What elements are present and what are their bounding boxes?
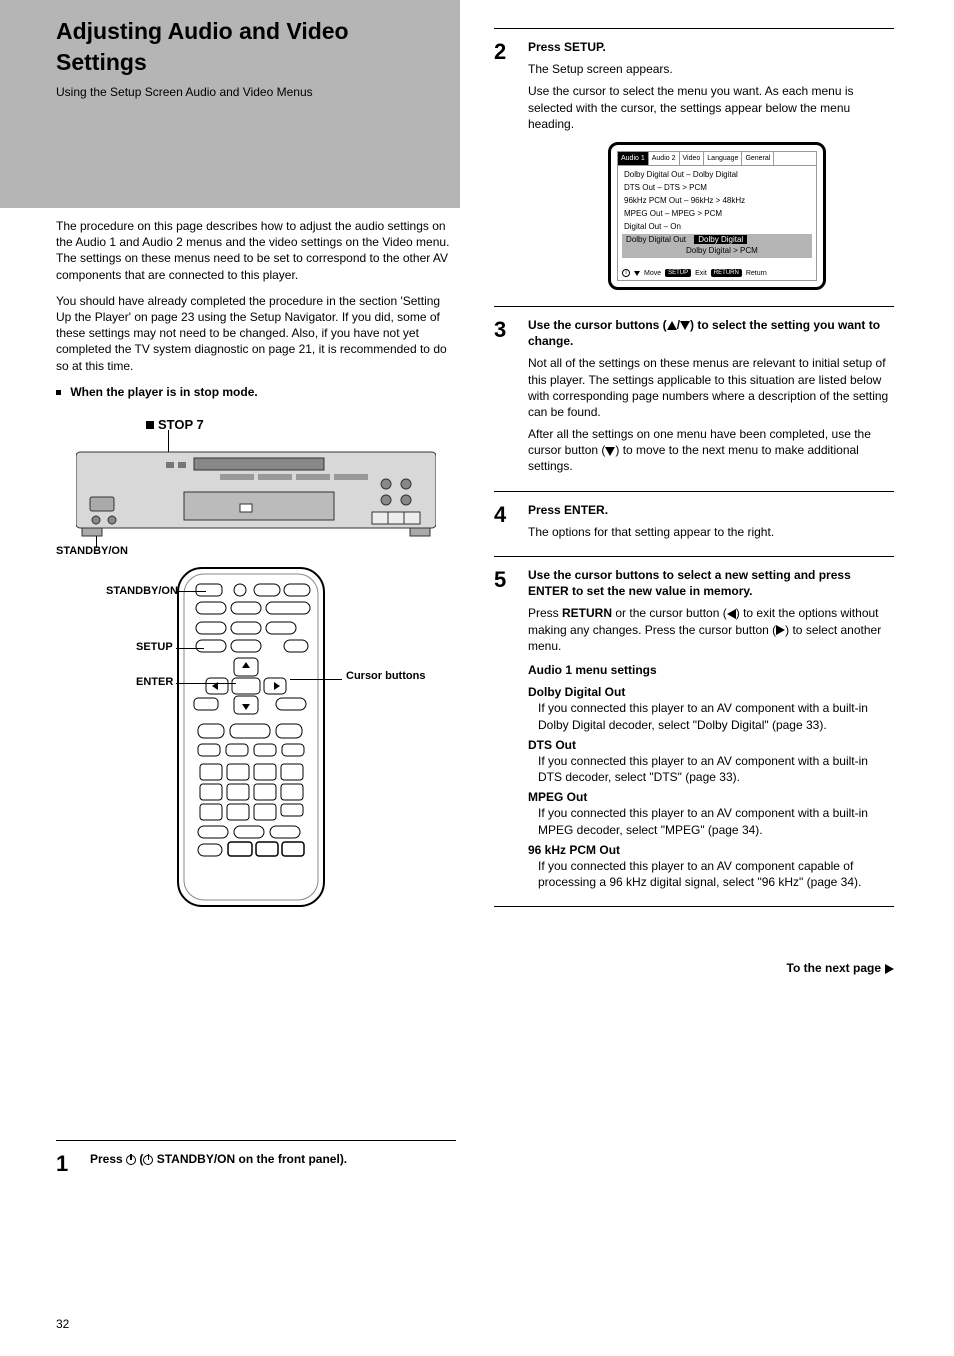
right-column: 2 Press SETUP. The Setup screen appears.…	[494, 28, 894, 907]
remote-illustration	[176, 566, 326, 916]
step-4: 4 Press ENTER. The options for that sett…	[494, 491, 894, 540]
to-next-page: To the next page	[494, 960, 894, 976]
remote-cursor-label: Cursor buttons	[346, 671, 446, 682]
step-4-lead: Press ENTER.	[528, 503, 608, 517]
page-title: Adjusting Audio and Video Settings	[56, 16, 440, 78]
setting-item: Dolby Digital Out If you connected this …	[528, 684, 894, 733]
osd-footer: i Move SETUP Exit RETURN Return	[622, 269, 812, 278]
osd-tabs: Audio 1 Audio 2 Video Language General	[618, 152, 816, 166]
when-stopped-note: When the player is in stop mode.	[56, 384, 456, 400]
page-number: 32	[56, 1316, 69, 1332]
right-icon	[776, 625, 785, 635]
remote-setup-label: SETUP	[136, 642, 173, 653]
step-4-text: The options for that setting appear to t…	[528, 524, 894, 540]
setting-item: 96 kHz PCM Out If you connected this pla…	[528, 842, 894, 891]
step-number: 4	[494, 500, 506, 530]
osd-tab: Audio 2	[649, 152, 680, 165]
step-2-text: The Setup screen appears.	[528, 61, 894, 77]
osd-row: DTS Out – DTS > PCM	[624, 183, 810, 194]
setting-item: MPEG Out If you connected this player to…	[528, 789, 894, 838]
bullet-icon	[56, 390, 61, 395]
osd-row: Dolby Digital Out – Dolby Digital	[624, 170, 738, 179]
step-5-lead: Use the cursor buttons to select a new s…	[528, 568, 851, 598]
intro-paragraph-2: You should have already completed the pr…	[56, 293, 456, 374]
page-subtitle: Using the Setup Screen Audio and Video M…	[56, 84, 440, 100]
step-2-note: Use the cursor to select the menu you wa…	[528, 83, 894, 132]
rule	[494, 906, 894, 907]
audio1-title: Audio 1 menu settings	[528, 663, 657, 677]
down-icon	[680, 321, 690, 330]
osd-row: MPEG Out – MPEG > PCM	[624, 209, 810, 220]
step-1-text: Press ( STANDBY/ON on the front panel).	[90, 1152, 347, 1166]
step-1: 1 Press ( STANDBY/ON on the front panel)…	[56, 1140, 456, 1167]
right-arrow-icon	[885, 964, 894, 974]
step-number: 2	[494, 37, 506, 67]
standby-on-label: STANDBY/ON	[56, 546, 124, 557]
osd-screen: Audio 1 Audio 2 Video Language General D…	[608, 142, 826, 290]
step-5-p2: Press RETURN or the cursor button () to …	[528, 605, 894, 654]
step-3-p3: After all the settings on one menu have …	[528, 426, 894, 475]
step-number: 3	[494, 315, 506, 345]
stop-button-label: STOP 7	[146, 416, 204, 434]
stop-icon	[146, 421, 154, 429]
remote-standby-on-label: STANDBY/ON	[106, 586, 178, 597]
remote-enter-label: ENTER	[136, 677, 173, 688]
step-2: 2 Press SETUP. The Setup screen appears.…	[494, 28, 894, 290]
info-icon: i	[622, 269, 630, 277]
step-2-lead: Press SETUP.	[528, 40, 606, 54]
left-icon	[727, 609, 736, 619]
return-pill: RETURN	[711, 269, 742, 277]
intro-paragraph-1: The procedure on this page describes how…	[56, 218, 456, 283]
device-diagrams: STOP 7 STA	[56, 416, 456, 926]
down-icon	[605, 447, 615, 456]
leader-line	[176, 591, 206, 592]
setup-pill: SETUP	[665, 269, 691, 277]
step-number: 1	[56, 1149, 68, 1179]
step-3-lead: Use the cursor buttons (/) to select the…	[528, 317, 894, 349]
osd-row: Digital Out – On	[624, 222, 810, 233]
player-illustration	[76, 442, 436, 542]
step-5: 5 Use the cursor buttons to select a new…	[494, 556, 894, 890]
osd-tab: Video	[680, 152, 705, 165]
power-icon	[126, 1155, 136, 1165]
osd-tab: General	[742, 152, 774, 165]
osd-selector: Dolby Digital Out Dolby Digital Dolby Di…	[622, 234, 812, 258]
down-icon	[634, 271, 640, 276]
step-3: 3 Use the cursor buttons (/) to select t…	[494, 306, 894, 475]
leader-line	[176, 683, 236, 684]
leader-line	[290, 679, 342, 680]
up-icon	[667, 321, 677, 330]
setting-item: DTS Out If you connected this player to …	[528, 737, 894, 786]
section-header: Adjusting Audio and Video Settings Using…	[0, 0, 460, 208]
osd-row: 96kHz PCM Out – 96kHz > 48kHz	[624, 196, 810, 207]
left-column: The procedure on this page describes how…	[56, 218, 456, 926]
osd-tab: Language	[704, 152, 742, 165]
osd-tab: Audio 1	[618, 152, 649, 165]
leader-line	[176, 648, 204, 649]
step-number: 5	[494, 565, 506, 595]
step-3-p2: Not all of the settings on these menus a…	[528, 355, 894, 420]
power-icon	[143, 1155, 153, 1165]
